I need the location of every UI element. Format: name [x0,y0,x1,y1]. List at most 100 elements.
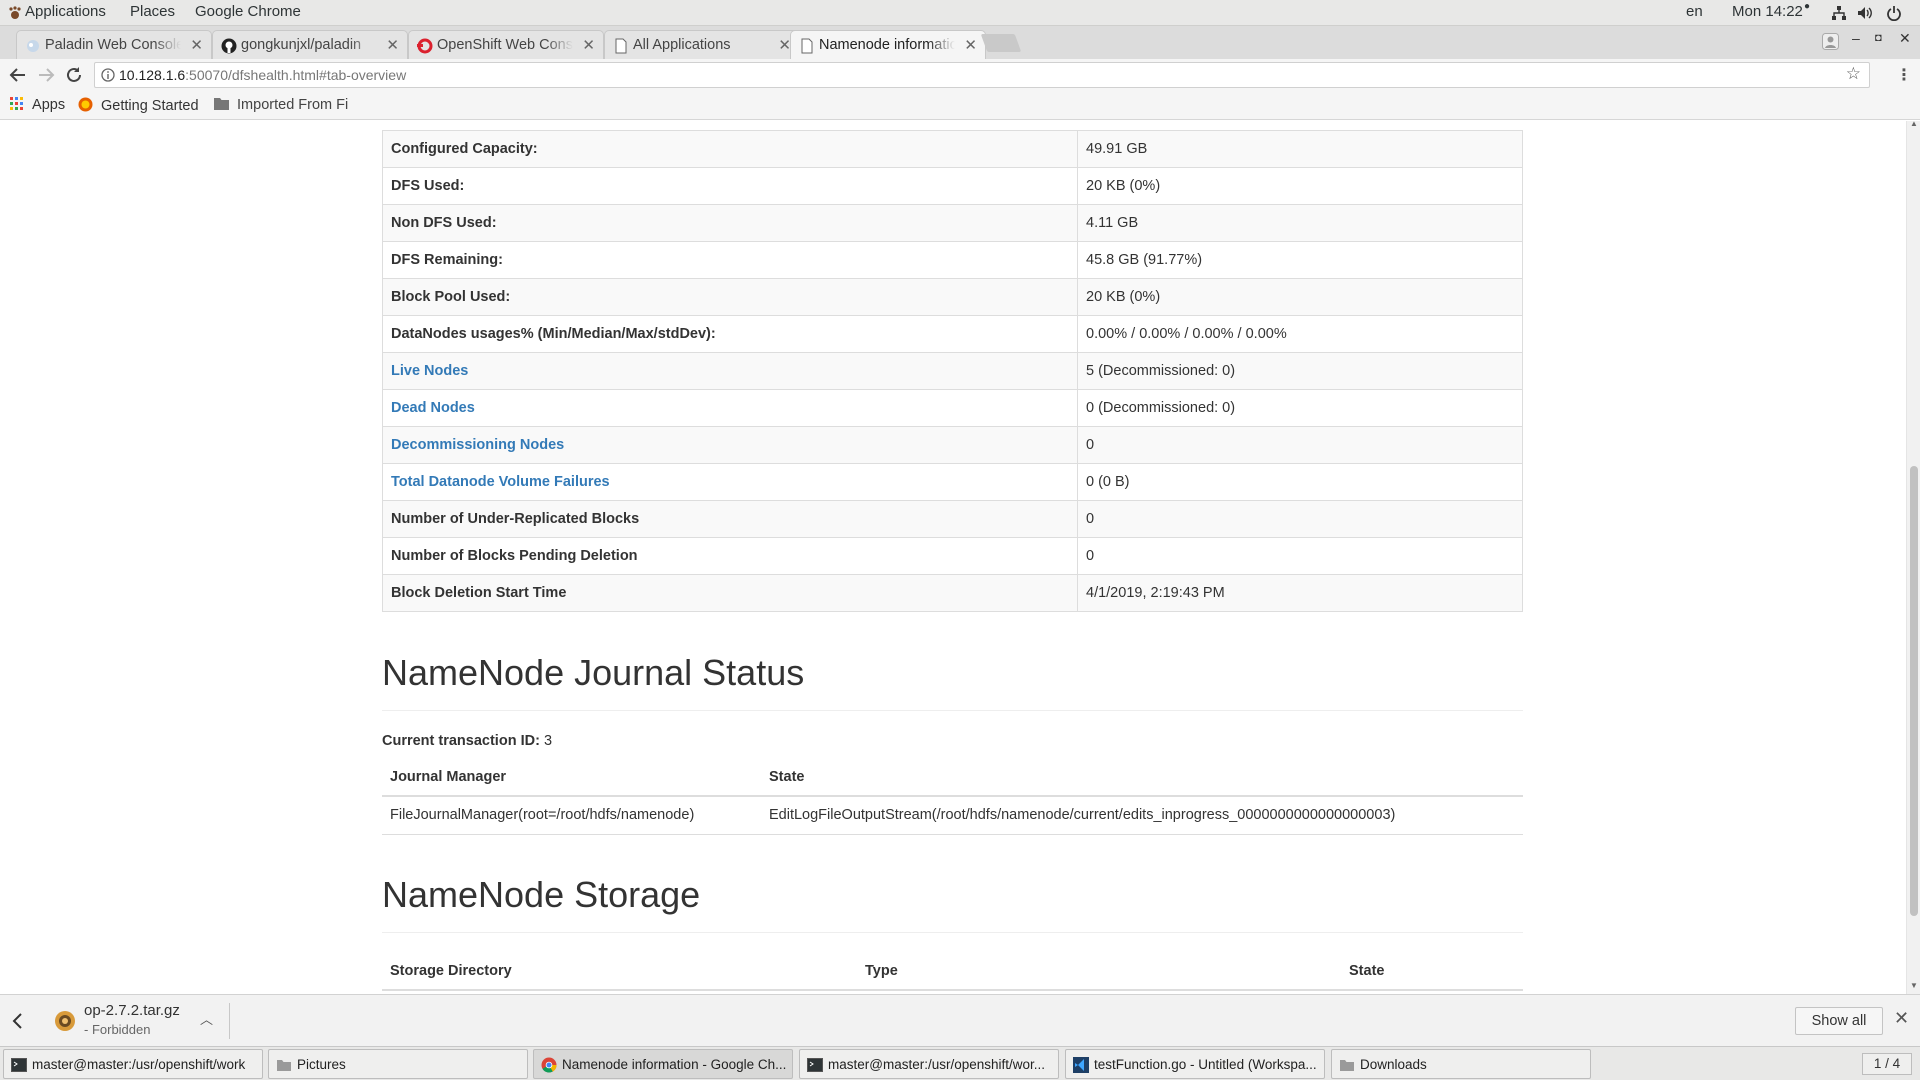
tab-title: OpenShift Web Console [437,37,573,53]
close-icon[interactable]: ✕ [582,36,595,54]
summary-value-cell: 0 [1077,537,1523,575]
clock[interactable]: Mon 14:22 [1732,3,1803,20]
column-header-state: State [1341,953,1523,991]
scroll-up-icon[interactable]: ▲ [1910,119,1918,128]
back-arrow-icon[interactable] [7,64,29,86]
bookmark-apps[interactable]: Apps [10,97,65,113]
taskbar-label: master@master:/usr/openshift/work [32,1057,246,1072]
table-row: DataNodes usages% (Min/Median/Max/stdDev… [382,315,1523,353]
taskbar-label: Namenode information - Google Ch... [562,1057,787,1072]
download-item[interactable]: op-2.7.2.tar.gz - Forbidden ︿ [48,999,228,1043]
tab-namenode-information[interactable]: Namenode information ✕ [790,30,986,60]
close-icon[interactable]: ✕ [386,36,399,54]
table-header-row: Journal Manager State [382,759,1523,797]
summary-value-cell: 20 KB (0%) [1077,167,1523,205]
language-indicator[interactable]: en [1686,3,1703,20]
table-row: Non DFS Used: 4.11 GB [382,204,1523,242]
chrome-menu-icon[interactable]: ⋮ [1896,65,1912,85]
openshift-icon [417,38,433,54]
taskbar-item-downloads[interactable]: Downloads [1331,1049,1591,1079]
summary-key-cell: Live Nodes [382,352,1078,390]
chevron-up-icon[interactable]: ︿ [200,1009,213,1028]
applications-menu[interactable]: Applications [25,3,106,20]
table-row: Decommissioning Nodes 0 [382,426,1523,464]
transaction-id-label: Current transaction ID: [382,733,540,749]
bookmark-getting-started[interactable]: Getting Started [78,97,199,114]
notification-dot-icon: ● [1804,1,1811,12]
summary-key-link[interactable]: Dead Nodes [391,400,475,416]
terminal-icon [807,1058,823,1072]
address-bar[interactable]: 10.128.1.6:50070/dfshealth.html#tab-over… [94,62,1870,88]
summary-value-cell: 20 KB (0%) [1077,278,1523,316]
tab-github-paladin[interactable]: gongkunjxl/paladin ✕ [212,30,408,59]
show-all-downloads-button[interactable]: Show all [1795,1007,1883,1035]
info-icon[interactable] [101,68,115,82]
close-icon[interactable]: ✕ [190,36,203,54]
taskbar-item-terminal-work[interactable]: master@master:/usr/openshift/work [3,1049,263,1079]
bookmark-star-icon[interactable]: ☆ [1846,64,1861,84]
bookmarks-bar: Apps Getting Started Imported From Fi [0,92,1920,120]
table-row: Block Deletion Start Time 4/1/2019, 2:19:… [382,574,1523,612]
summary-key-cell: Non DFS Used: [382,204,1078,242]
tab-title: All Applications [633,37,731,53]
taskbar: master@master:/usr/openshift/work Pictur… [0,1046,1920,1080]
navigation-bar: 10.128.1.6:50070/dfshealth.html#tab-over… [0,59,1920,92]
scroll-down-icon[interactable]: ▼ [1910,981,1918,990]
volume-icon[interactable] [1857,5,1873,21]
summary-key-link[interactable]: Decommissioning Nodes [391,437,564,453]
page-scrollbar[interactable]: ▲ ▼ [1906,119,1920,994]
places-menu[interactable]: Places [130,3,175,20]
tab-openshift-console[interactable]: OpenShift Web Console ✕ [408,30,604,59]
bookmark-imported[interactable]: Imported From Fi [214,97,348,113]
vscode-icon [1073,1057,1089,1073]
gnome-foot-icon [9,6,21,19]
summary-key-link[interactable]: Live Nodes [391,363,468,379]
terminal-icon [11,1058,27,1072]
close-icon[interactable]: ✕ [964,36,977,54]
download-file-icon [55,1011,75,1031]
url-text[interactable]: 10.128.1.6:50070/dfshealth.html#tab-over… [119,67,406,83]
folder-icon [214,98,229,110]
maximize-button[interactable]: ◘ [1875,32,1882,44]
table-row: Number of Under-Replicated Blocks 0 [382,500,1523,538]
summary-key-cell: Configured Capacity: [382,130,1078,168]
workspace-indicator[interactable]: 1 / 4 [1862,1053,1912,1075]
taskbar-label: master@master:/usr/openshift/wor... [828,1057,1046,1072]
google-chrome-menu[interactable]: Google Chrome [195,3,301,20]
github-icon [221,38,237,54]
reload-icon[interactable] [63,64,85,86]
summary-key-cell: Decommissioning Nodes [382,426,1078,464]
table-row: Block Pool Used: 20 KB (0%) [382,278,1523,316]
taskbar-label: Downloads [1360,1057,1427,1072]
new-tab-button[interactable] [980,34,1022,52]
taskbar-label: Pictures [297,1057,346,1072]
journal-state-cell: EditLogFileOutputStream(/root/hdfs/namen… [761,796,1523,835]
tab-paladin-console[interactable]: Paladin Web Console ✕ [16,30,212,59]
tab-title: Paladin Web Console [45,37,181,53]
forward-arrow-icon[interactable] [35,64,57,86]
window-close-button[interactable]: ✕ [1899,30,1911,47]
power-icon[interactable] [1886,5,1902,21]
paladin-favicon-icon [27,40,39,52]
summary-value-cell: 0.00% / 0.00% / 0.00% / 0.00% [1077,315,1523,353]
journal-table: Journal Manager State FileJournalManager… [382,759,1523,835]
divider [229,1003,230,1039]
profile-icon[interactable] [1822,33,1839,50]
summary-key-link[interactable]: Total Datanode Volume Failures [391,474,610,490]
shelf-scroll-left-icon[interactable] [10,1012,24,1030]
table-row: FileJournalManager(root=/root/hdfs/namen… [382,796,1523,835]
network-icon[interactable] [1831,5,1847,21]
scrollbar-thumb[interactable] [1910,466,1918,916]
url-path: :50070/dfshealth.html#tab-overview [185,67,407,83]
tab-all-applications[interactable]: All Applications ✕ [604,30,800,59]
minimize-button[interactable]: – [1852,30,1860,46]
close-icon[interactable]: ✕ [1894,1008,1909,1029]
taskbar-item-terminal-wor[interactable]: master@master:/usr/openshift/wor... [799,1049,1059,1079]
table-row: Live Nodes 5 (Decommissioned: 0) [382,352,1523,390]
storage-heading: NameNode Storage [382,874,701,915]
taskbar-item-pictures[interactable]: Pictures [268,1049,528,1079]
taskbar-item-chrome[interactable]: Namenode information - Google Ch... [533,1049,793,1079]
taskbar-item-vscode[interactable]: testFunction.go - Untitled (Workspa... [1065,1049,1325,1079]
table-header-row: Storage Directory Type State [382,953,1523,991]
apps-grid-icon [10,97,23,110]
